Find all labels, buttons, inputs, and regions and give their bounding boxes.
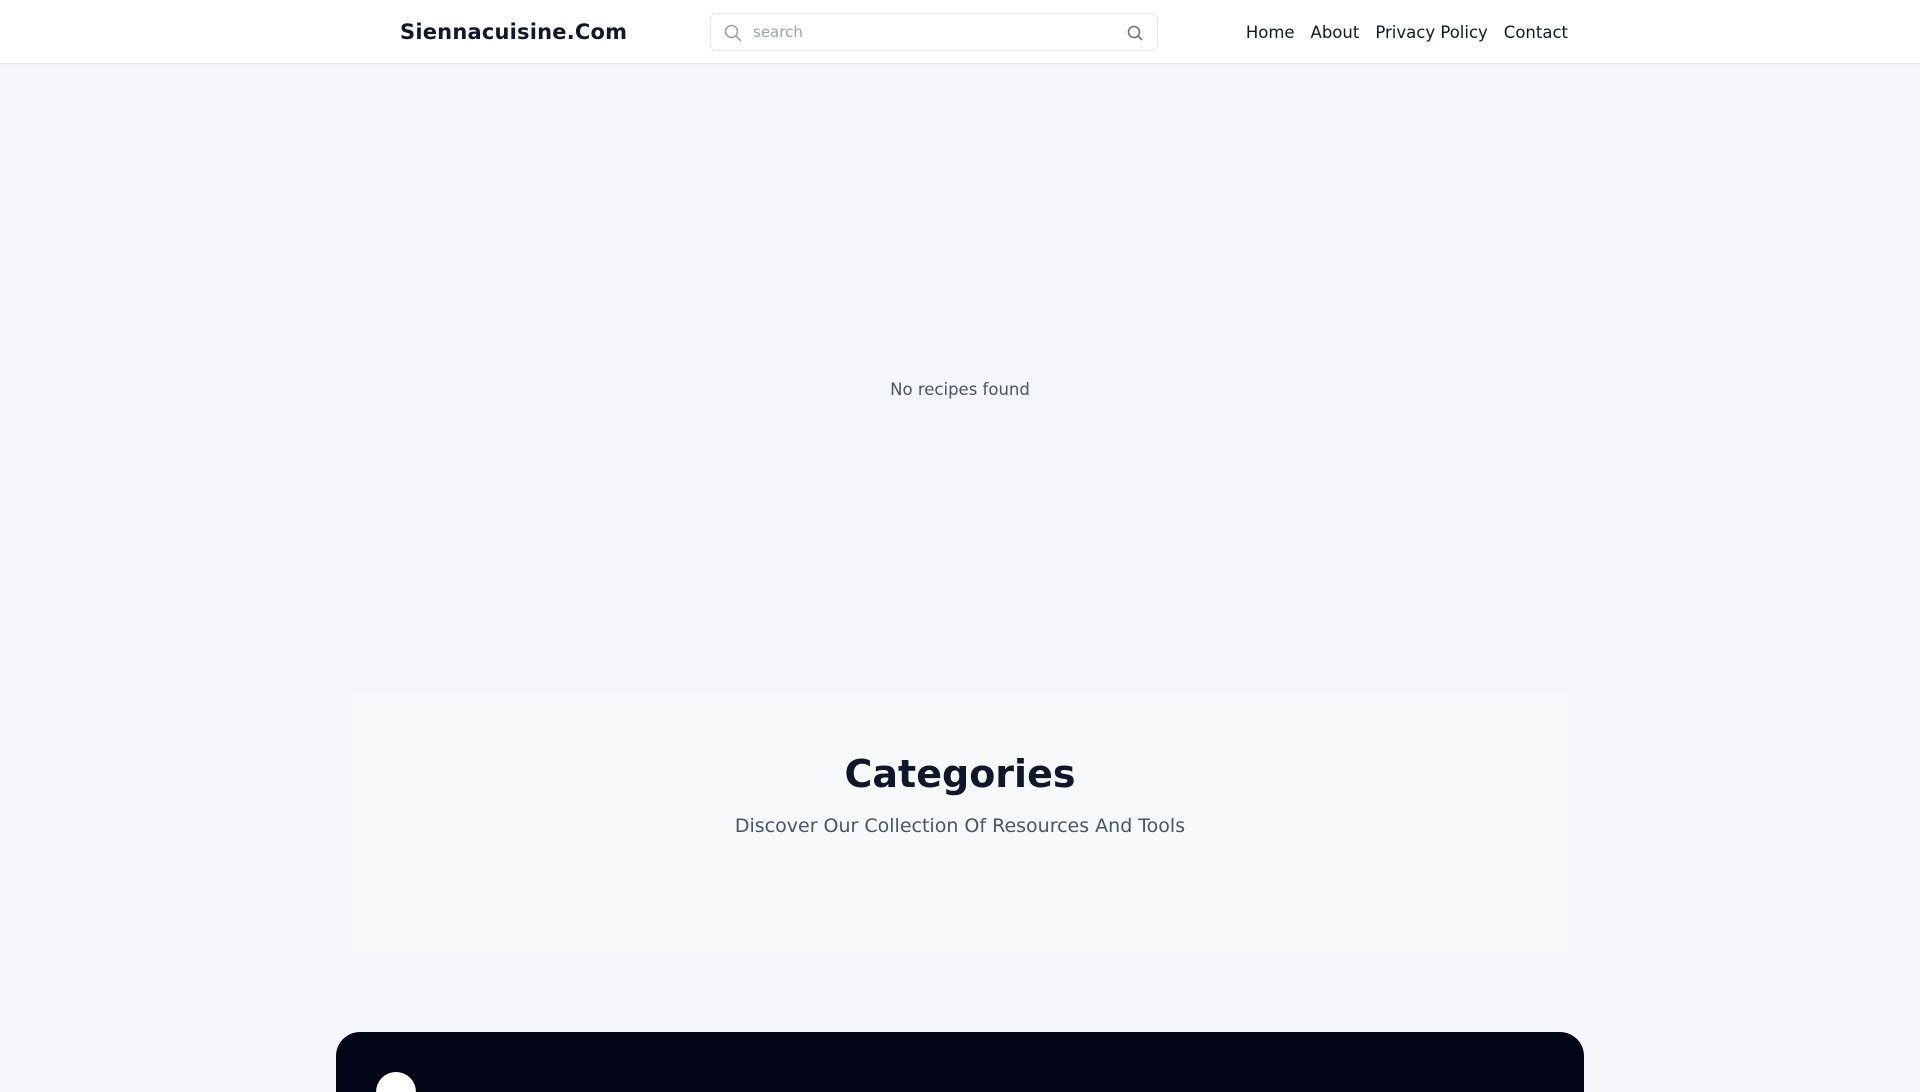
main-nav: Home About Privacy Policy Contact	[1246, 0, 1568, 64]
nav-home[interactable]: Home	[1246, 23, 1295, 42]
site-footer	[336, 1032, 1584, 1092]
no-recipes-message: No recipes found	[890, 380, 1030, 399]
categories-title: Categories	[844, 752, 1076, 796]
nav-contact[interactable]: Contact	[1504, 23, 1568, 42]
nav-about[interactable]: About	[1311, 23, 1360, 42]
nav-privacy-policy[interactable]: Privacy Policy	[1375, 23, 1487, 42]
categories-section: Categories Discover Our Collection Of Re…	[352, 692, 1568, 952]
search-icon	[724, 24, 742, 42]
search-input[interactable]	[751, 14, 1111, 50]
search-submit-icon[interactable]	[1125, 23, 1145, 43]
search-bar[interactable]	[710, 13, 1158, 51]
site-brand[interactable]: Siennacuisine.Com	[400, 0, 627, 64]
categories-subtitle: Discover Our Collection Of Resources And…	[734, 815, 1186, 837]
site-header: Siennacuisine.Com Home About Privacy Pol…	[0, 0, 1920, 64]
footer-logo-icon[interactable]	[376, 1072, 416, 1092]
